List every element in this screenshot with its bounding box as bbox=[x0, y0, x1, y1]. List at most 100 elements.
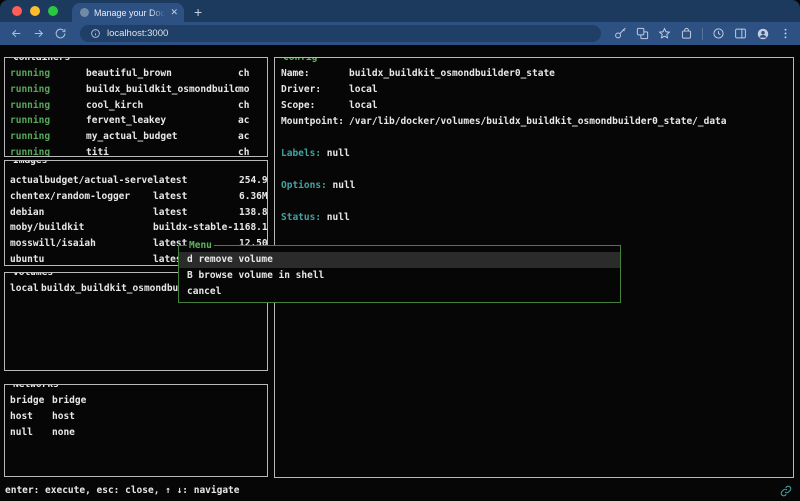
toolbar-divider bbox=[702, 28, 703, 40]
network-driver: bridge bbox=[52, 393, 267, 409]
network-row[interactable]: host host bbox=[10, 409, 267, 425]
config-field-value: buildx_buildkit_osmondbuilder0_state bbox=[349, 68, 555, 79]
image-row[interactable]: chentex/random-logger latest 6.36MB bbox=[10, 189, 267, 205]
container-state: running bbox=[10, 145, 86, 157]
container-image: ac bbox=[238, 113, 267, 129]
back-icon[interactable] bbox=[10, 27, 23, 40]
container-name: buildx_buildkit_osmondbuilder0 bbox=[86, 82, 238, 98]
containers-panel-title: Containers bbox=[11, 57, 72, 63]
traffic-lights bbox=[12, 0, 72, 22]
container-name: beautiful_brown bbox=[86, 66, 238, 82]
container-image: ch bbox=[238, 145, 267, 157]
image-row[interactable]: debian latest 138.84 bbox=[10, 205, 267, 221]
config-panel-title: Config bbox=[281, 57, 319, 63]
image-size: 254.90 bbox=[239, 173, 267, 189]
menu-item-label: cancel bbox=[187, 286, 221, 297]
menu-item[interactable]: B browse volume in shell bbox=[179, 268, 620, 284]
container-state: running bbox=[10, 82, 86, 98]
menu-popup-title: Menu bbox=[187, 240, 214, 251]
profile-avatar[interactable] bbox=[756, 27, 770, 41]
image-tag: latest bbox=[153, 189, 239, 205]
config-prop-value: null bbox=[333, 180, 356, 191]
browser-tab[interactable]: Manage your Docker fleet w ✕ bbox=[72, 3, 184, 22]
volumes-panel-title: Volumes bbox=[11, 272, 55, 278]
zoom-window-button[interactable] bbox=[48, 6, 58, 16]
network-row[interactable]: bridge bridge bbox=[10, 393, 267, 409]
history-clock-icon[interactable] bbox=[712, 27, 725, 40]
container-state: running bbox=[10, 66, 86, 82]
site-info-icon[interactable] bbox=[90, 28, 101, 39]
menu-item[interactable]: cancel bbox=[179, 284, 620, 300]
image-row[interactable]: actualbudget/actual-server latest 254.90 bbox=[10, 173, 267, 189]
config-prop-key: Status: bbox=[281, 212, 321, 223]
image-size: 168.13 bbox=[239, 220, 267, 236]
config-field-value: local bbox=[349, 84, 378, 95]
image-row[interactable]: moby/buildkit buildx-stable-1 168.13 bbox=[10, 220, 267, 236]
networks-panel: Networks bridge bridge host host null bbox=[4, 384, 268, 477]
config-prop-value: null bbox=[327, 212, 350, 223]
url-bar[interactable]: localhost:3000 bbox=[80, 25, 601, 42]
bookmark-star-icon[interactable] bbox=[658, 27, 671, 40]
container-image: ch bbox=[238, 98, 267, 114]
config-field: Driver:local bbox=[281, 82, 793, 98]
side-panel-icon[interactable] bbox=[734, 27, 747, 40]
container-row[interactable]: running titi ch bbox=[10, 145, 267, 157]
config-field-key: Name: bbox=[281, 66, 349, 82]
container-row[interactable]: running my_actual_budget ac bbox=[10, 129, 267, 145]
volume-driver: local bbox=[10, 281, 41, 297]
url-text: localhost:3000 bbox=[107, 28, 168, 39]
config-field-value: local bbox=[349, 100, 378, 111]
network-name: bridge bbox=[10, 393, 52, 409]
container-row[interactable]: running beautiful_brown ch bbox=[10, 66, 267, 82]
image-tag: buildx-stable-1 bbox=[153, 220, 239, 236]
extensions-icon[interactable] bbox=[680, 27, 693, 40]
network-driver: host bbox=[52, 409, 267, 425]
close-window-button[interactable] bbox=[12, 6, 22, 16]
new-tab-button[interactable]: + bbox=[194, 5, 202, 19]
network-name: null bbox=[10, 425, 52, 441]
container-row[interactable]: running cool_kirch ch bbox=[10, 98, 267, 114]
image-size: 6.36MB bbox=[239, 189, 267, 205]
tab-title: Manage your Docker fleet w bbox=[94, 8, 165, 18]
networks-panel-title: Networks bbox=[11, 384, 61, 390]
image-tag: latest bbox=[153, 205, 239, 221]
container-name: my_actual_budget bbox=[86, 129, 238, 145]
status-bar: enter: execute, esc: close, ↑ ↓: navigat… bbox=[0, 480, 800, 501]
container-state: running bbox=[10, 129, 86, 145]
config-prop-value: null bbox=[327, 148, 350, 159]
connection-link-icon bbox=[780, 485, 792, 497]
forward-icon[interactable] bbox=[32, 27, 45, 40]
config-prop: Status: null bbox=[281, 210, 793, 226]
image-size: 138.84 bbox=[239, 205, 267, 221]
menu-item[interactable]: d remove volume bbox=[179, 252, 620, 268]
container-name: fervent_leakey bbox=[86, 113, 238, 129]
config-field-key: Mountpoint: bbox=[281, 114, 349, 130]
container-row[interactable]: running fervent_leakey ac bbox=[10, 113, 267, 129]
config-prop-key: Labels: bbox=[281, 148, 321, 159]
network-driver: none bbox=[52, 425, 267, 441]
menu-item-label: d remove volume bbox=[187, 254, 273, 265]
minimize-window-button[interactable] bbox=[30, 6, 40, 16]
container-state: running bbox=[10, 113, 86, 129]
config-field-key: Driver: bbox=[281, 82, 349, 98]
container-row[interactable]: running buildx_buildkit_osmondbuilder0 m… bbox=[10, 82, 267, 98]
network-row[interactable]: null none bbox=[10, 425, 267, 441]
terminal-app: Containers running beautiful_brown ch ru… bbox=[0, 45, 800, 501]
status-bar-hints: enter: execute, esc: close, ↑ ↓: navigat… bbox=[5, 485, 780, 496]
browser-menu-kebab-icon[interactable] bbox=[779, 27, 792, 40]
browser-toolbar: localhost:3000 bbox=[0, 22, 800, 45]
password-key-icon[interactable] bbox=[614, 27, 627, 40]
image-name: chentex/random-logger bbox=[10, 189, 153, 205]
translate-icon[interactable] bbox=[636, 27, 649, 40]
config-field-value: /var/lib/docker/volumes/buildx_buildkit_… bbox=[349, 116, 727, 127]
config-prop-key: Options: bbox=[281, 180, 327, 191]
image-name: debian bbox=[10, 205, 153, 221]
config-prop: Labels: null bbox=[281, 146, 793, 162]
reload-icon[interactable] bbox=[54, 27, 67, 40]
container-name: titi bbox=[86, 145, 238, 157]
image-name: actualbudget/actual-server bbox=[10, 173, 153, 189]
browser-window: Manage your Docker fleet w ✕ + localhost… bbox=[0, 0, 800, 501]
config-prop: Options: null bbox=[281, 178, 793, 194]
tab-close-icon[interactable]: ✕ bbox=[170, 8, 178, 17]
config-field: Scope:local bbox=[281, 98, 793, 114]
